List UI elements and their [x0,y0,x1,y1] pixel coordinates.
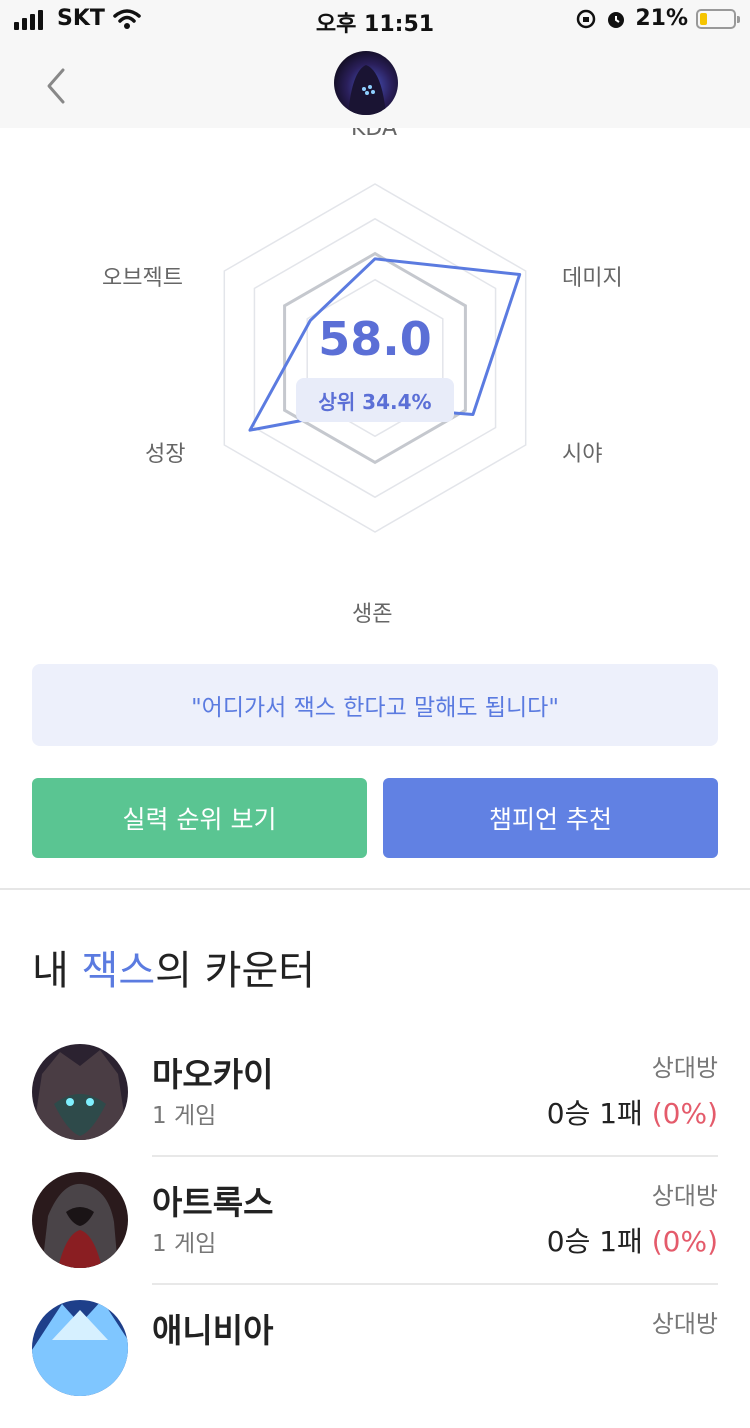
battery-percent: 21% [635,6,688,31]
anivia-portrait [32,1300,128,1396]
evaluation-quote: "어디가서 잭스 한다고 말해도 됩니다" [32,664,718,746]
champion-avatar-aatrox [32,1172,128,1268]
champion-avatar-maokai [32,1044,128,1140]
counter-item-aatrox[interactable]: 아트록스 1 게임 상대방 0승 1패 (0%) [0,1172,750,1300]
champion-recommend-button[interactable]: 챔피언 추천 [383,778,718,858]
rotation-lock-icon [577,9,596,28]
radar-label-damage: 데미지 [562,266,623,291]
radar-chart [0,110,750,640]
aatrox-portrait [32,1172,128,1268]
rank-badge: 상위 34.4% [296,378,454,422]
winrate-text: (0%) [651,1225,718,1258]
counter-opponent-label: 상대방 [651,1182,718,1210]
counter-games: 1 게임 [152,1103,217,1129]
title-prefix: 내 [32,948,82,994]
counter-opponent-label: 상대방 [651,1310,718,1338]
title-suffix: 의 카운터 [155,948,316,994]
radar-svg [223,183,527,533]
chevron-left-icon [47,68,65,104]
counter-games: 1 게임 [152,1231,217,1257]
battery-icon [696,8,740,29]
maokai-portrait [32,1044,128,1140]
counter-opponent-label: 상대방 [651,1054,718,1082]
battery-level [700,12,707,25]
status-right: 21% [575,6,740,31]
row-divider [152,1155,718,1157]
champion-avatar[interactable] [334,51,398,115]
winrate-text: (0%) [651,1097,718,1130]
status-bar: SKT 오후 11:51 21% [0,0,750,42]
record-text: 0승 1패 [546,1097,643,1130]
nav-bar [0,42,750,128]
radar-label-survival: 생존 [352,602,393,627]
radar-label-vision: 시야 [562,442,603,467]
counter-item-anivia[interactable]: 애니비아 상대방 [0,1300,750,1428]
row-divider [152,1283,718,1285]
radar-label-growth: 성장 [145,442,186,467]
counter-item-maokai[interactable]: 마오카이 1 게임 상대방 0승 1패 (0%) [0,1044,750,1172]
title-champion: 잭스 [81,948,156,994]
section-divider [0,888,750,890]
counter-record: 0승 1패 (0%) [547,1092,718,1132]
counter-name: 마오카이 [152,1055,274,1094]
counter-record: 0승 1패 (0%) [547,1220,718,1260]
counter-name: 아트록스 [152,1183,274,1222]
counter-section-title: 내 잭스의 카운터 [32,938,315,996]
back-button[interactable] [30,60,82,112]
score-value: 58.0 [318,312,432,366]
alarm-icon [608,11,625,28]
counter-name: 애니비아 [152,1311,274,1350]
radar-label-objective: 오브젝트 [102,266,183,291]
view-rank-button[interactable]: 실력 순위 보기 [32,778,367,858]
champion-portrait [348,65,386,115]
champion-avatar-anivia [32,1300,128,1396]
record-text: 0승 1패 [546,1225,643,1258]
